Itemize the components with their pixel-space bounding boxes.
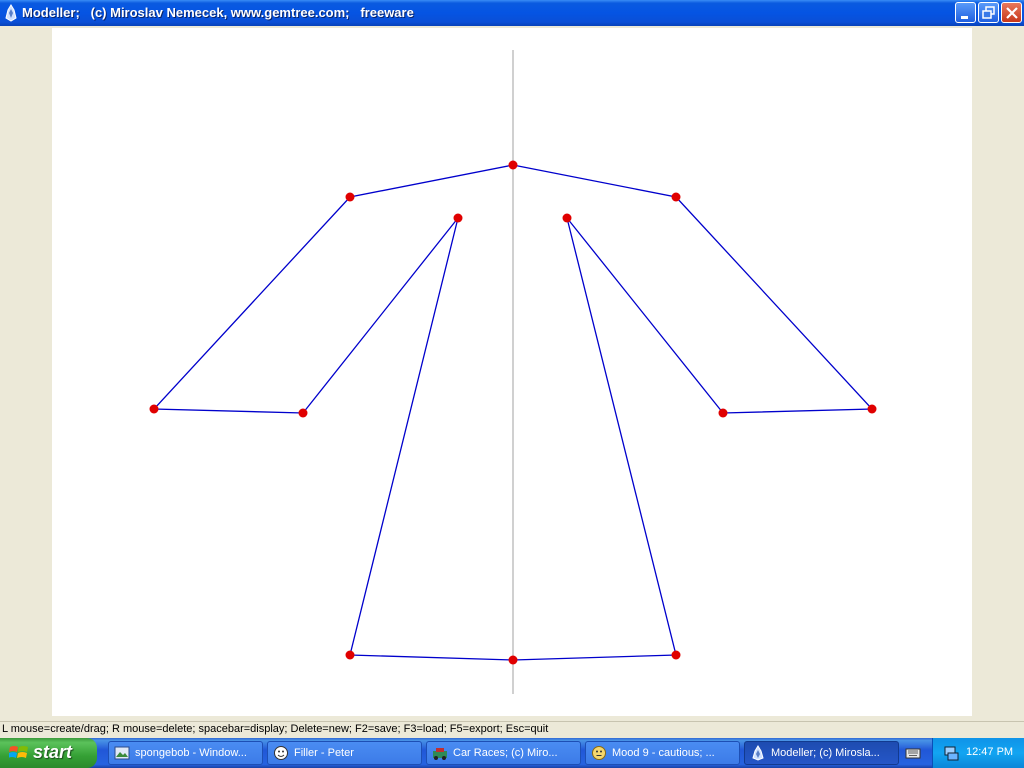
taskbar-item-label: spongebob - Window...	[135, 747, 247, 759]
close-button[interactable]	[1001, 2, 1022, 23]
window-title: Modeller; (c) Miroslav Nemecek, www.gemt…	[22, 5, 414, 20]
clock[interactable]: 12:47 PM	[966, 746, 1013, 758]
taskbar-item-car-races[interactable]: Car Races; (c) Miro...	[426, 741, 581, 765]
windows-logo-icon	[9, 746, 28, 758]
taskbar-item-mood[interactable]: Mood 9 - cautious; ...	[585, 741, 740, 765]
close-icon	[1006, 7, 1018, 19]
control-point[interactable]	[345, 192, 355, 202]
minimize-icon	[961, 16, 968, 19]
restore-button[interactable]	[978, 2, 999, 23]
control-point[interactable]	[671, 192, 681, 202]
taskbar-item-label: Car Races; (c) Miro...	[453, 747, 558, 759]
client-area	[0, 26, 1024, 721]
taskbar-item-label: Filler - Peter	[294, 747, 354, 759]
start-label: start	[33, 742, 73, 762]
modeller-icon	[752, 745, 764, 761]
control-point[interactable]	[298, 408, 308, 418]
model-drawing[interactable]	[52, 28, 972, 716]
taskbar-item-filler[interactable]: Filler - Peter	[267, 741, 422, 765]
system-tray: 12:47 PM	[932, 738, 1024, 768]
image-viewer-icon	[114, 746, 130, 760]
control-point[interactable]	[718, 408, 728, 418]
control-point[interactable]	[562, 213, 572, 223]
restore-icon	[982, 6, 995, 19]
title-bar[interactable]: Modeller; (c) Miroslav Nemecek, www.gemt…	[0, 0, 1024, 26]
taskbar-item-modeller[interactable]: Modeller; (c) Mirosla...	[744, 741, 899, 765]
minimize-button[interactable]	[955, 2, 976, 23]
control-point[interactable]	[345, 650, 355, 660]
control-point[interactable]	[671, 650, 681, 660]
smiley-icon	[592, 746, 606, 760]
control-point[interactable]	[867, 404, 877, 414]
model-canvas[interactable]	[52, 28, 972, 716]
app-window: Modeller; (c) Miroslav Nemecek, www.gemt…	[0, 0, 1024, 739]
control-point[interactable]	[508, 655, 518, 665]
filler-app-icon	[274, 746, 288, 760]
taskbar-item-label: Mood 9 - cautious; ...	[612, 747, 715, 759]
status-text: L mouse=create/drag; R mouse=delete; spa…	[2, 723, 549, 735]
taskbar-item-spongebob[interactable]: spongebob - Window...	[108, 741, 263, 765]
status-bar: L mouse=create/drag; R mouse=delete; spa…	[0, 721, 1024, 739]
taskbar-item-label: Modeller; (c) Mirosla...	[771, 747, 880, 759]
control-point[interactable]	[149, 404, 159, 414]
modeller-app-icon	[5, 4, 17, 22]
keyboard-icon[interactable]	[905, 746, 921, 760]
control-point[interactable]	[508, 160, 518, 170]
start-button[interactable]: start	[0, 738, 97, 768]
taskbar: start spongebob - Window... Filler - Pet…	[0, 738, 1024, 768]
control-point[interactable]	[453, 213, 463, 223]
car-races-icon	[433, 748, 447, 760]
network-icon[interactable]	[943, 745, 959, 761]
